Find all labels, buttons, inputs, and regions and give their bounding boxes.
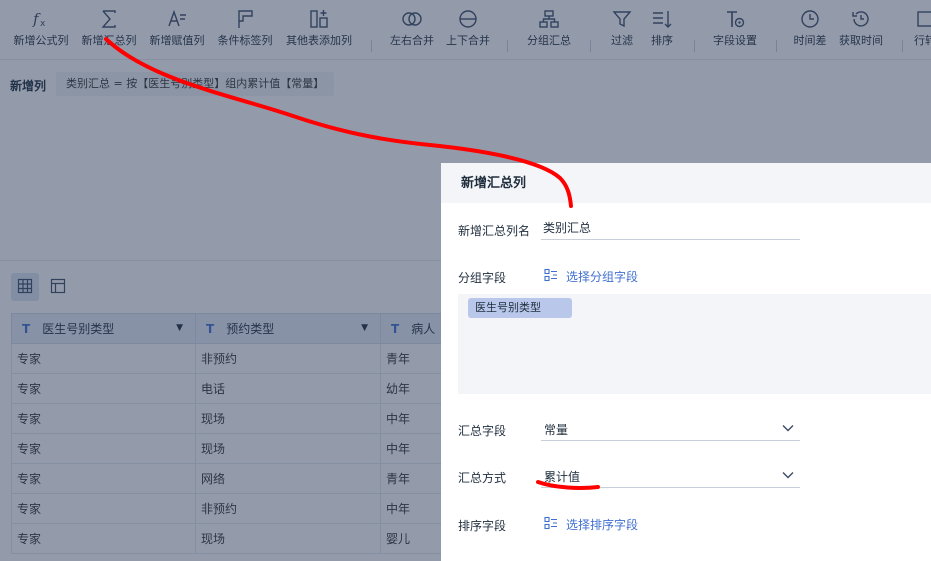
- group-field-label: 分组字段: [458, 271, 507, 285]
- select-sort-field-link[interactable]: 选择排序字段: [544, 516, 638, 533]
- add-summary-column-dialog: 新增汇总列 新增汇总列名 分组字段 选择分组字段 医生号别类型 汇总字段 常量 …: [441, 163, 931, 561]
- column-name-input[interactable]: [541, 216, 800, 240]
- summary-method-select[interactable]: 累计值: [541, 462, 800, 488]
- summary-field-select[interactable]: 常量: [541, 415, 800, 441]
- chevron-down-icon: [782, 469, 794, 481]
- summary-field-label: 汇总字段: [458, 424, 507, 438]
- summary-method-value: 累计值: [544, 470, 581, 484]
- group-field-tag[interactable]: 医生号别类型: [468, 298, 572, 318]
- sort-field-label: 排序字段: [458, 519, 507, 533]
- summary-field-value: 常量: [544, 423, 569, 437]
- chevron-down-icon: [782, 422, 794, 434]
- select-group-field-link[interactable]: 选择分组字段: [544, 268, 638, 285]
- column-name-label: 新增汇总列名: [458, 224, 531, 238]
- group-field-box: 医生号别类型: [458, 294, 931, 394]
- field-select-icon: [544, 268, 566, 285]
- dialog-title: 新增汇总列: [441, 163, 931, 203]
- field-select-icon: [544, 516, 566, 533]
- summary-method-label: 汇总方式: [458, 471, 507, 485]
